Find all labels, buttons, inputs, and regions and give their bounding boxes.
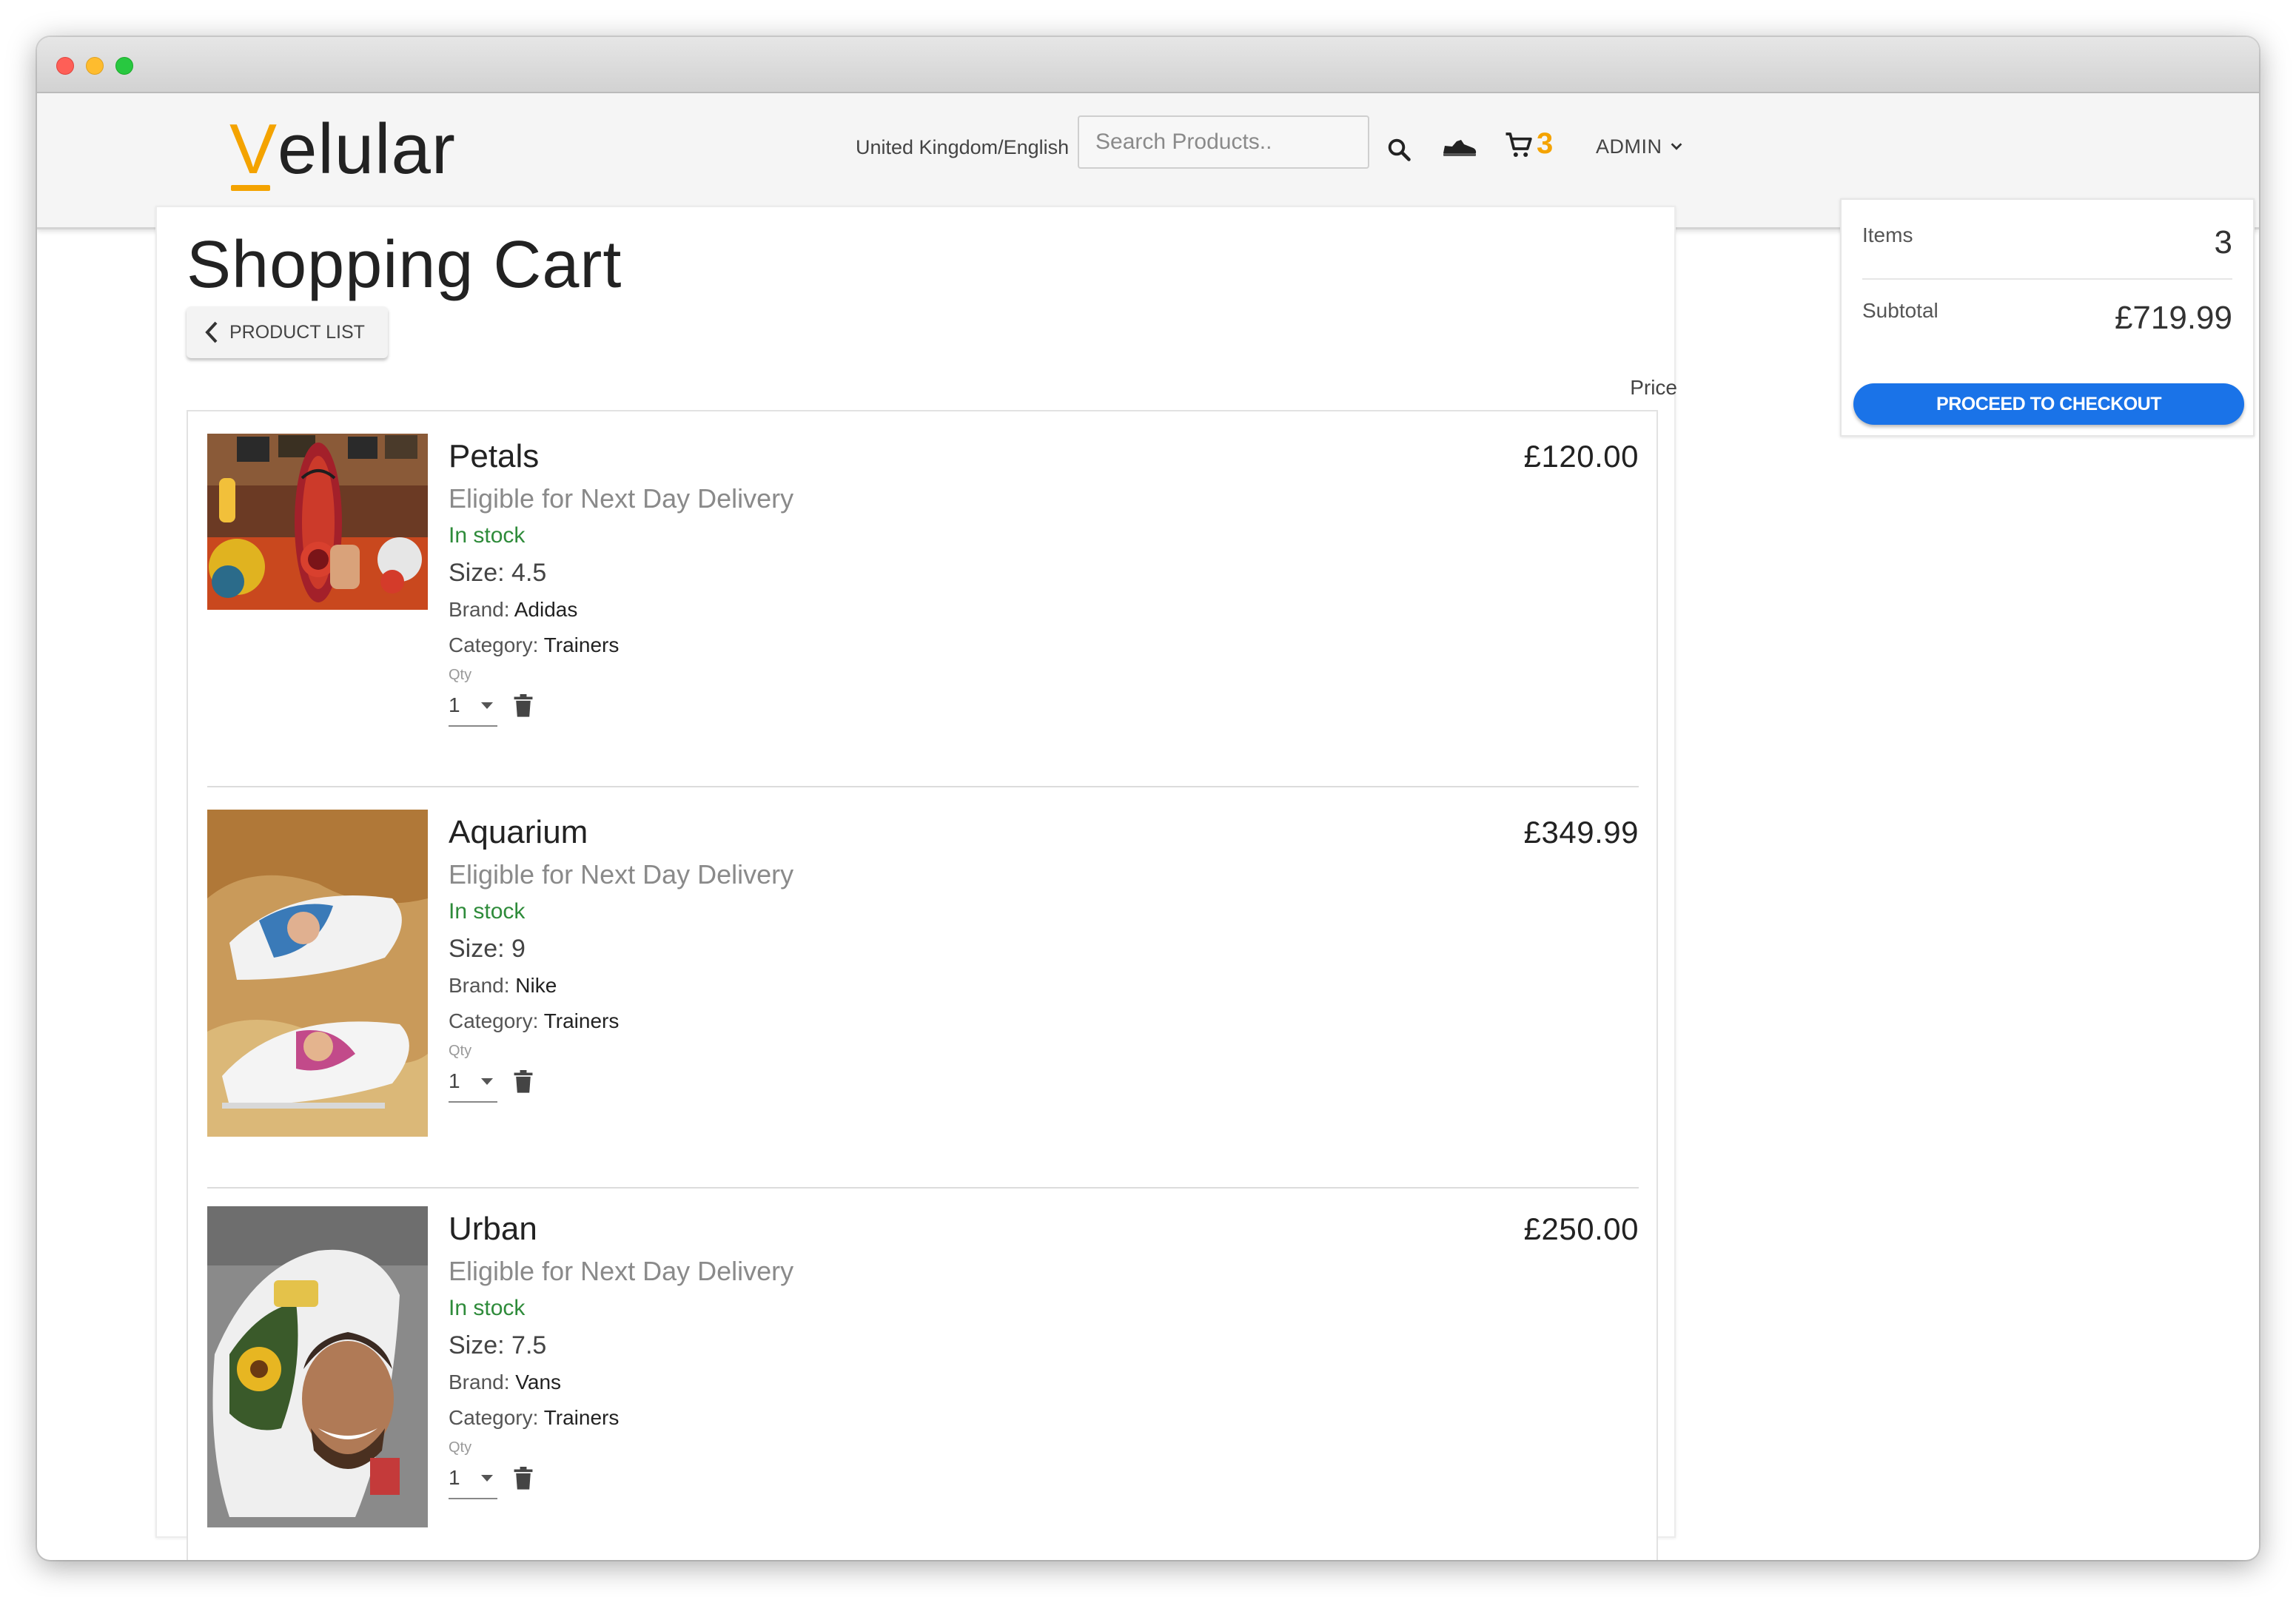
product-brand: Brand: Adidas — [449, 592, 793, 628]
cart-item-details: Petals Eligible for Next Day Delivery In… — [449, 434, 793, 727]
product-price: £120.00 — [1523, 439, 1639, 474]
category-label: Category: — [449, 1406, 539, 1429]
qty-select[interactable]: 1 — [449, 1061, 497, 1103]
price-column-header: Price — [1630, 376, 1677, 399]
dropdown-caret-icon — [481, 1474, 493, 1482]
brand-value: Vans — [515, 1371, 562, 1393]
trash-icon[interactable] — [514, 694, 533, 718]
subtotal-label: Subtotal — [1862, 299, 1938, 322]
locale-selector[interactable]: United Kingdom/English — [856, 129, 1069, 166]
summary-subtotal-row: Subtotal £719.99 — [1862, 296, 2232, 348]
brand-label: Brand: — [449, 1371, 510, 1393]
qty-value: 1 — [449, 1069, 460, 1092]
cart-icon[interactable] — [1501, 123, 1537, 167]
dropdown-caret-icon — [481, 702, 493, 709]
product-size: Size: 4.5 — [449, 559, 547, 587]
delivery-note: Eligible for Next Day Delivery — [449, 859, 794, 890]
back-button-label: PRODUCT LIST — [229, 321, 365, 343]
cart-item-details: Urban Eligible for Next Day Delivery In … — [449, 1206, 793, 1499]
trash-icon[interactable] — [514, 1467, 533, 1490]
trash-icon[interactable] — [514, 1070, 533, 1094]
chevron-down-icon — [1671, 143, 1682, 150]
product-image[interactable] — [207, 1206, 428, 1527]
cart-item-list: Petals Eligible for Next Day Delivery In… — [187, 410, 1658, 1560]
brand-label: Brand: — [449, 598, 510, 621]
qty-row: 1 — [449, 1061, 793, 1103]
qty-value: 1 — [449, 1466, 460, 1489]
back-to-product-list-button[interactable]: PRODUCT LIST — [187, 306, 388, 358]
qty-select[interactable]: 1 — [449, 1458, 497, 1499]
brand-value: Nike — [515, 974, 557, 997]
stock-status: In stock — [449, 1296, 526, 1320]
page-title: Shopping Cart — [187, 228, 622, 302]
velular-logo[interactable]: Velular — [229, 105, 456, 194]
category-value: Trainers — [543, 1009, 620, 1032]
order-summary-card: Items 3 Subtotal £719.99 PROCEED TO CHEC… — [1840, 198, 2255, 437]
maximize-window-button[interactable] — [115, 57, 133, 75]
admin-label: ADMIN — [1596, 135, 1662, 158]
product-image[interactable] — [207, 810, 428, 1137]
product-image[interactable] — [207, 434, 428, 610]
admin-menu[interactable]: ADMIN — [1596, 126, 1685, 167]
product-category: Category: Trainers — [449, 1003, 793, 1039]
cart-count-badge[interactable]: 3 — [1537, 121, 1553, 166]
product-brand: Brand: Vans — [449, 1365, 793, 1400]
product-name[interactable]: Petals — [449, 434, 793, 480]
qty-row: 1 — [449, 1458, 793, 1499]
product-price: £250.00 — [1523, 1211, 1639, 1246]
product-price: £349.99 — [1523, 815, 1639, 850]
qty-label: Qty — [449, 1439, 472, 1456]
chevron-left-icon — [205, 321, 218, 343]
search-icon[interactable] — [1378, 129, 1420, 170]
summary-items-row: Items 3 — [1862, 221, 2232, 280]
delivery-note: Eligible for Next Day Delivery — [449, 1256, 794, 1286]
qty-row: 1 — [449, 685, 793, 727]
brand-value: Adidas — [514, 598, 578, 621]
product-size: Size: 7.5 — [449, 1331, 547, 1359]
window-titlebar — [37, 37, 2259, 93]
product-name[interactable]: Urban — [449, 1206, 793, 1252]
logo-text: elular — [278, 110, 456, 189]
product-name[interactable]: Aquarium — [449, 810, 793, 855]
qty-label: Qty — [449, 1043, 472, 1059]
items-count: 3 — [2214, 224, 2232, 260]
product-brand: Brand: Nike — [449, 968, 793, 1003]
proceed-to-checkout-button[interactable]: PROCEED TO CHECKOUT — [1853, 383, 2244, 425]
dropdown-caret-icon — [481, 1077, 493, 1085]
delivery-note: Eligible for Next Day Delivery — [449, 483, 794, 514]
logo-letter-v: V — [229, 105, 278, 194]
category-label: Category: — [449, 1009, 539, 1032]
qty-select[interactable]: 1 — [449, 685, 497, 727]
category-value: Trainers — [543, 1406, 620, 1429]
category-value: Trainers — [543, 633, 620, 656]
search-input[interactable] — [1078, 115, 1369, 169]
product-category: Category: Trainers — [449, 628, 793, 663]
cart-item: Urban Eligible for Next Day Delivery In … — [207, 1206, 1639, 1561]
stock-status: In stock — [449, 899, 526, 924]
qty-value: 1 — [449, 693, 460, 716]
cart-item-details: Aquarium Eligible for Next Day Delivery … — [449, 810, 793, 1103]
items-label: Items — [1862, 223, 1913, 246]
product-category: Category: Trainers — [449, 1400, 793, 1436]
cart-item: Aquarium Eligible for Next Day Delivery … — [207, 810, 1639, 1188]
stock-status: In stock — [449, 523, 526, 548]
subtotal-value: £719.99 — [2114, 300, 2232, 336]
shoe-icon[interactable] — [1437, 126, 1482, 167]
minimize-window-button[interactable] — [86, 57, 104, 75]
brand-label: Brand: — [449, 974, 510, 997]
cart-item: Petals Eligible for Next Day Delivery In… — [207, 434, 1639, 787]
category-label: Category: — [449, 633, 539, 656]
qty-label: Qty — [449, 667, 472, 683]
close-window-button[interactable] — [56, 57, 74, 75]
product-size: Size: 9 — [449, 935, 526, 963]
